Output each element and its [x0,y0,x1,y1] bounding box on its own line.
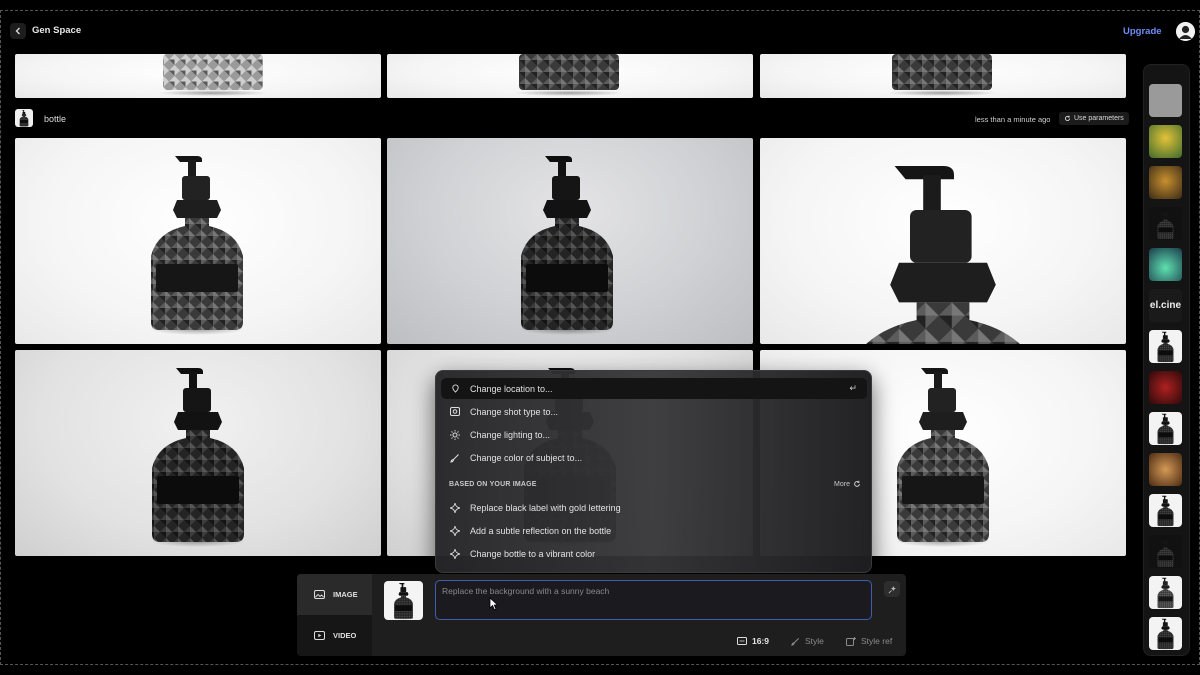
menu-item-label: Change lighting to... [470,429,551,440]
mode-label: VIDEO [333,631,357,640]
bottle-image [19,109,29,127]
more-label: More [834,480,850,488]
history-thumbnail[interactable] [1149,371,1182,404]
image-tile[interactable] [15,350,381,556]
image-tile[interactable] [760,54,1126,98]
mode-image-tab[interactable]: IMAGE [297,574,372,615]
play-icon [314,631,325,640]
refresh-icon [1065,115,1071,121]
bottle-image [150,368,246,547]
group-thumbnail[interactable] [15,109,33,127]
group-timestamp: less than a minute ago [975,115,1051,124]
image-tile[interactable] [760,138,1126,344]
pin-icon [450,384,460,394]
use-parameters-label: Use parameters [1074,115,1124,122]
history-thumbnail[interactable] [1149,248,1182,281]
image-tile[interactable] [15,138,381,344]
more-suggestions-button[interactable]: More [834,480,861,488]
mode-video-tab[interactable]: VIDEO [297,615,372,656]
sun-icon [450,429,460,440]
history-thumbnail[interactable] [1149,330,1182,363]
history-rail: el.cine [1143,64,1190,656]
use-parameters-button[interactable]: Use parameters [1059,112,1129,125]
sparkle-icon [450,502,460,513]
image-tile[interactable] [387,138,753,344]
prompt-input[interactable] [436,581,871,619]
brush-icon [450,453,460,463]
menu-item-label: Change location to... [470,383,553,394]
brand-text: el.cine [1149,300,1182,311]
history-thumbnail[interactable] [1149,207,1182,240]
bottle-image [1157,618,1174,650]
menu-item-change-shot-type[interactable]: Change shot type to... [441,401,867,422]
image-tile[interactable] [15,54,381,98]
bottle-image [1157,413,1174,445]
bottle-image [514,54,624,96]
bottle-image [393,583,414,620]
menu-item-change-location[interactable]: Change location to... ↵ [441,378,867,399]
aspect-ratio-icon [737,637,747,645]
bottle-image [887,54,997,96]
style-ref-button[interactable]: Style ref [846,636,892,646]
history-thumbnail[interactable] [1149,535,1182,568]
prompt-field[interactable] [435,580,872,620]
bottle-image [158,54,268,96]
bottle-image [1157,577,1174,609]
suggestion-item[interactable]: Replace black label with gold lettering [441,497,867,518]
suggestion-item[interactable]: Add a subtle reflection on the bottle [441,520,867,541]
history-thumbnail[interactable] [1149,412,1182,445]
history-thumbnail[interactable] [1149,166,1182,199]
mode-switcher: IMAGE VIDEO [297,574,372,656]
style-label: Style [805,636,824,646]
suggestions-dropdown: Change location to... ↵ Change shot type… [435,370,872,573]
bottle-image [1157,495,1174,527]
magic-wand-icon [888,585,896,593]
bottle-image [1157,536,1174,568]
bottle-image [1157,208,1174,240]
aspect-ratio-label: 16:9 [752,636,770,646]
brush-icon [791,637,800,646]
mouse-cursor [489,597,499,611]
history-thumbnail[interactable] [1149,453,1182,486]
suggestion-label: Add a subtle reflection on the bottle [470,525,612,536]
history-thumbnail[interactable]: el.cine [1149,289,1182,322]
group-prompt-label: bottle [44,114,67,124]
mode-label: IMAGE [333,590,358,599]
history-thumbnail[interactable] [1149,617,1182,650]
sparkle-icon [450,525,460,536]
menu-item-label: Change color of subject to... [470,452,583,463]
bottle-image [837,166,1049,344]
bottle-image [1157,331,1174,363]
menu-item-change-lighting[interactable]: Change lighting to... [441,424,867,445]
image-icon [314,590,325,599]
enter-icon: ↵ [849,383,857,393]
bottle-image [149,156,245,335]
history-thumbnail[interactable] [1149,84,1182,117]
sparkle-icon [450,548,460,559]
enhance-prompt-button[interactable] [884,581,900,597]
reference-image[interactable] [384,581,423,620]
bottle-image [519,156,615,335]
suggestion-label: Change bottle to a vibrant color [470,548,596,559]
history-thumbnail[interactable] [1149,494,1182,527]
prompt-composer: IMAGE VIDEO 16:9 Style Style ref [297,574,906,656]
style-ref-label: Style ref [861,636,893,646]
history-thumbnail[interactable] [1149,576,1182,609]
history-thumbnail[interactable] [1149,125,1182,158]
suggestion-item[interactable]: Change bottle to a vibrant color [441,543,867,564]
image-icon [450,407,460,417]
refresh-icon [854,480,860,487]
style-button[interactable]: Style [791,636,824,646]
menu-item-label: Change shot type to... [470,406,559,417]
aspect-ratio-button[interactable]: 16:9 [737,636,769,646]
image-tile[interactable] [387,54,753,98]
section-heading: BASED ON YOUR IMAGE [449,481,537,488]
suggestion-label: Replace black label with gold lettering [470,502,621,513]
menu-item-change-color[interactable]: Change color of subject to... [441,447,867,468]
image-plus-icon [846,636,856,646]
